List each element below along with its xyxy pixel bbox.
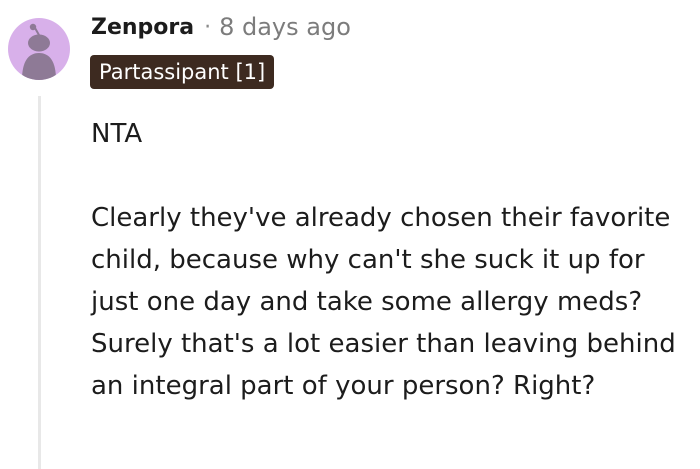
comment-paragraph: Clearly they've already chosen their fav… (91, 203, 676, 401)
separator-dot: · (204, 14, 212, 40)
author-username[interactable]: Zenpora (91, 15, 194, 40)
comment-body: NTA Clearly they've already chosen their… (91, 113, 696, 407)
user-flair-badge: Partassipant [1] (90, 55, 275, 89)
comment-paragraph: NTA (91, 119, 143, 149)
comment-header: Zenpora · 8 days ago (91, 10, 351, 44)
snoo-avatar-icon (22, 23, 56, 80)
thread-line[interactable] (38, 96, 41, 469)
comment-timestamp[interactable]: 8 days ago (219, 13, 351, 41)
avatar[interactable] (8, 18, 70, 80)
